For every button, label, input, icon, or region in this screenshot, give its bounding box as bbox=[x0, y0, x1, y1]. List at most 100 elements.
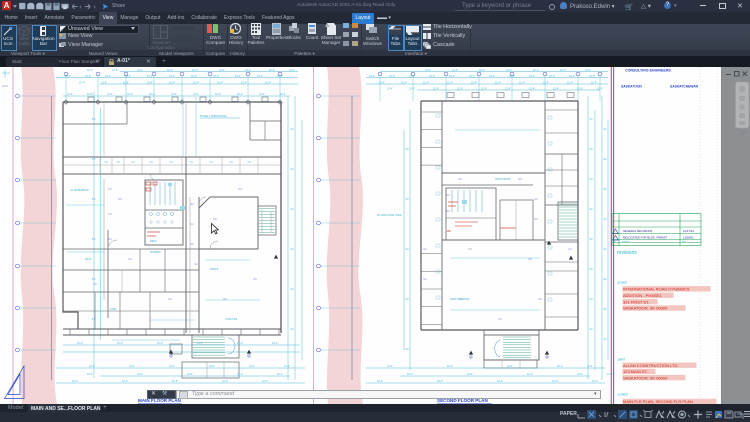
svg-text:12'-4": 12'-4" bbox=[169, 82, 175, 84]
svg-text:11/28/01: 11/28/01 bbox=[683, 235, 694, 239]
svg-text:LUNCH RM: LUNCH RM bbox=[225, 319, 237, 321]
svg-text:12'-4": 12'-4" bbox=[147, 76, 153, 78]
svg-text:12'-4": 12'-4" bbox=[591, 82, 597, 84]
svg-text:12'-4": 12'-4" bbox=[265, 82, 271, 84]
svg-text:12'-4": 12'-4" bbox=[67, 94, 73, 96]
svg-text:12'-4": 12'-4" bbox=[117, 343, 123, 345]
svg-text:12'-4": 12'-4" bbox=[585, 70, 591, 72]
svg-text:12'-4": 12'-4" bbox=[289, 70, 295, 72]
svg-text:12'-4": 12'-4" bbox=[87, 94, 93, 96]
svg-text:12'-4": 12'-4" bbox=[65, 76, 71, 78]
svg-text:12'-4": 12'-4" bbox=[87, 70, 93, 72]
svg-text:WOMENS: WOMENS bbox=[150, 252, 161, 254]
svg-text:9'-2": 9'-2" bbox=[92, 239, 97, 241]
svg-text:12'-4": 12'-4" bbox=[553, 88, 559, 90]
svg-text:SASKATCHEWAN: SASKATCHEWAN bbox=[670, 85, 699, 89]
svg-text:12'-4": 12'-4" bbox=[543, 82, 549, 84]
svg-text:12'-4": 12'-4" bbox=[245, 70, 251, 72]
svg-text:12'-4": 12'-4" bbox=[469, 76, 475, 78]
svg-text:CONSULTING ENGINEERS: CONSULTING ENGINEERS bbox=[625, 69, 671, 73]
svg-text:12'-4": 12'-4" bbox=[379, 82, 385, 84]
svg-text:project: project bbox=[618, 281, 628, 285]
svg-text:ADDITION - PHASE1: ADDITION - PHASE1 bbox=[623, 293, 662, 298]
svg-text:12'-4": 12'-4" bbox=[89, 366, 95, 368]
svg-text:12'-4": 12'-4" bbox=[262, 381, 268, 383]
svg-text:12'-4": 12'-4" bbox=[191, 76, 197, 78]
svg-text:12'-4": 12'-4" bbox=[607, 374, 613, 376]
svg-text:STOR: STOR bbox=[110, 309, 117, 311]
svg-text:12'-4": 12'-4" bbox=[592, 381, 598, 383]
svg-text:MENS: MENS bbox=[150, 241, 157, 243]
svg-text:12'-4": 12'-4" bbox=[192, 70, 198, 72]
svg-text:321 FIRST ST.: 321 FIRST ST. bbox=[623, 299, 649, 304]
svg-text:12'-4": 12'-4" bbox=[77, 343, 83, 345]
svg-text:rev: rev bbox=[613, 241, 616, 243]
svg-text:12'-4": 12'-4" bbox=[193, 82, 199, 84]
svg-text:12'-4": 12'-4" bbox=[219, 70, 225, 72]
svg-text:SASKATOON. SK 00000: SASKATOON. SK 00000 bbox=[623, 306, 668, 311]
svg-text:SASKATOON. SK 00000: SASKATOON. SK 00000 bbox=[623, 375, 668, 380]
svg-text:12'-4": 12'-4" bbox=[401, 82, 407, 84]
svg-text:12'-4": 12'-4" bbox=[506, 70, 512, 72]
svg-text:12'-4": 12'-4" bbox=[169, 76, 175, 78]
svg-text:12'-4": 12'-4" bbox=[280, 94, 286, 96]
svg-text:12'-4": 12'-4" bbox=[369, 76, 375, 78]
svg-text:12'-4": 12'-4" bbox=[269, 70, 275, 72]
svg-text:12'-4": 12'-4" bbox=[137, 374, 143, 376]
svg-text:12'-4": 12'-4" bbox=[272, 343, 278, 345]
svg-text:12'-4": 12'-4" bbox=[79, 82, 85, 84]
svg-text:12'-4": 12'-4" bbox=[127, 94, 133, 96]
svg-text:12'-4": 12'-4" bbox=[552, 381, 558, 383]
svg-text:12'-4": 12'-4" bbox=[437, 381, 443, 383]
svg-text:9'-2": 9'-2" bbox=[92, 159, 97, 161]
svg-text:OPEN TO BELOW: OPEN TO BELOW bbox=[450, 299, 470, 301]
svg-text:12'-4": 12'-4" bbox=[471, 82, 477, 84]
svg-text:INTERNATIONAL ROAD DYNAMICS: INTERNATIONAL ROAD DYNAMICS bbox=[623, 287, 690, 292]
svg-text:12'-4": 12'-4" bbox=[284, 366, 290, 368]
svg-text:12'-4": 12'-4" bbox=[495, 82, 501, 84]
svg-text:9'-2": 9'-2" bbox=[92, 319, 97, 321]
svg-text:12'-4": 12'-4" bbox=[589, 76, 595, 78]
svg-text:12'-4": 12'-4" bbox=[112, 70, 118, 72]
svg-text:12'-4": 12'-4" bbox=[423, 82, 429, 84]
svg-text:9'-2": 9'-2" bbox=[92, 199, 97, 201]
svg-text:12'-4": 12'-4" bbox=[217, 82, 223, 84]
svg-text:12'-4": 12'-4" bbox=[452, 70, 458, 72]
svg-text:12'-4": 12'-4" bbox=[457, 88, 463, 90]
svg-text:12'-4": 12'-4" bbox=[213, 76, 219, 78]
svg-text:12'-4": 12'-4" bbox=[505, 88, 511, 90]
svg-text:9'-2": 9'-2" bbox=[92, 119, 97, 121]
svg-text:12/17/01: 12/17/01 bbox=[683, 229, 694, 233]
svg-text:12'-4": 12'-4" bbox=[447, 82, 453, 84]
svg-text:12'-4": 12'-4" bbox=[387, 366, 393, 368]
svg-text:12'-4": 12'-4" bbox=[235, 76, 241, 78]
svg-text:12'-4": 12'-4" bbox=[497, 381, 503, 383]
svg-text:12'-4": 12'-4" bbox=[249, 366, 255, 368]
svg-text:12'-4": 12'-4" bbox=[549, 76, 555, 78]
svg-text:12'-4": 12'-4" bbox=[425, 70, 431, 72]
svg-text:12'-4": 12'-4" bbox=[129, 366, 135, 368]
svg-text:12'-4": 12'-4" bbox=[447, 366, 453, 368]
svg-text:ALLAN CONSTRUCTION LTD.: ALLAN CONSTRUCTION LTD. bbox=[623, 363, 679, 368]
svg-text:12'-4": 12'-4" bbox=[215, 94, 221, 96]
svg-text:WR: WR bbox=[447, 231, 451, 233]
svg-text:12'-4": 12'-4" bbox=[277, 374, 283, 376]
svg-text:12'-4": 12'-4" bbox=[222, 381, 228, 383]
svg-text:12'-4": 12'-4" bbox=[429, 76, 435, 78]
svg-text:12'-4": 12'-4" bbox=[387, 88, 393, 90]
svg-text:12'-4": 12'-4" bbox=[529, 76, 535, 78]
svg-text:12'-4": 12'-4" bbox=[479, 70, 485, 72]
svg-text:revisions: revisions bbox=[617, 250, 637, 256]
svg-text:12'-4": 12'-4" bbox=[149, 94, 155, 96]
svg-text:12'-4": 12'-4" bbox=[467, 374, 473, 376]
svg-text:SHOP: SHOP bbox=[85, 259, 92, 261]
svg-text:12'-4": 12'-4" bbox=[122, 381, 128, 383]
svg-text:12'-4": 12'-4" bbox=[105, 76, 111, 78]
svg-text:12'-4": 12'-4" bbox=[533, 70, 539, 72]
svg-text:12'-4": 12'-4" bbox=[85, 76, 91, 78]
svg-text:12'-4": 12'-4" bbox=[237, 343, 243, 345]
svg-text:12'-4": 12'-4" bbox=[237, 374, 243, 376]
svg-text:12'-4": 12'-4" bbox=[560, 70, 566, 72]
svg-text:SASKATOON: SASKATOON bbox=[621, 85, 642, 89]
svg-text:12'-4": 12'-4" bbox=[409, 88, 415, 90]
